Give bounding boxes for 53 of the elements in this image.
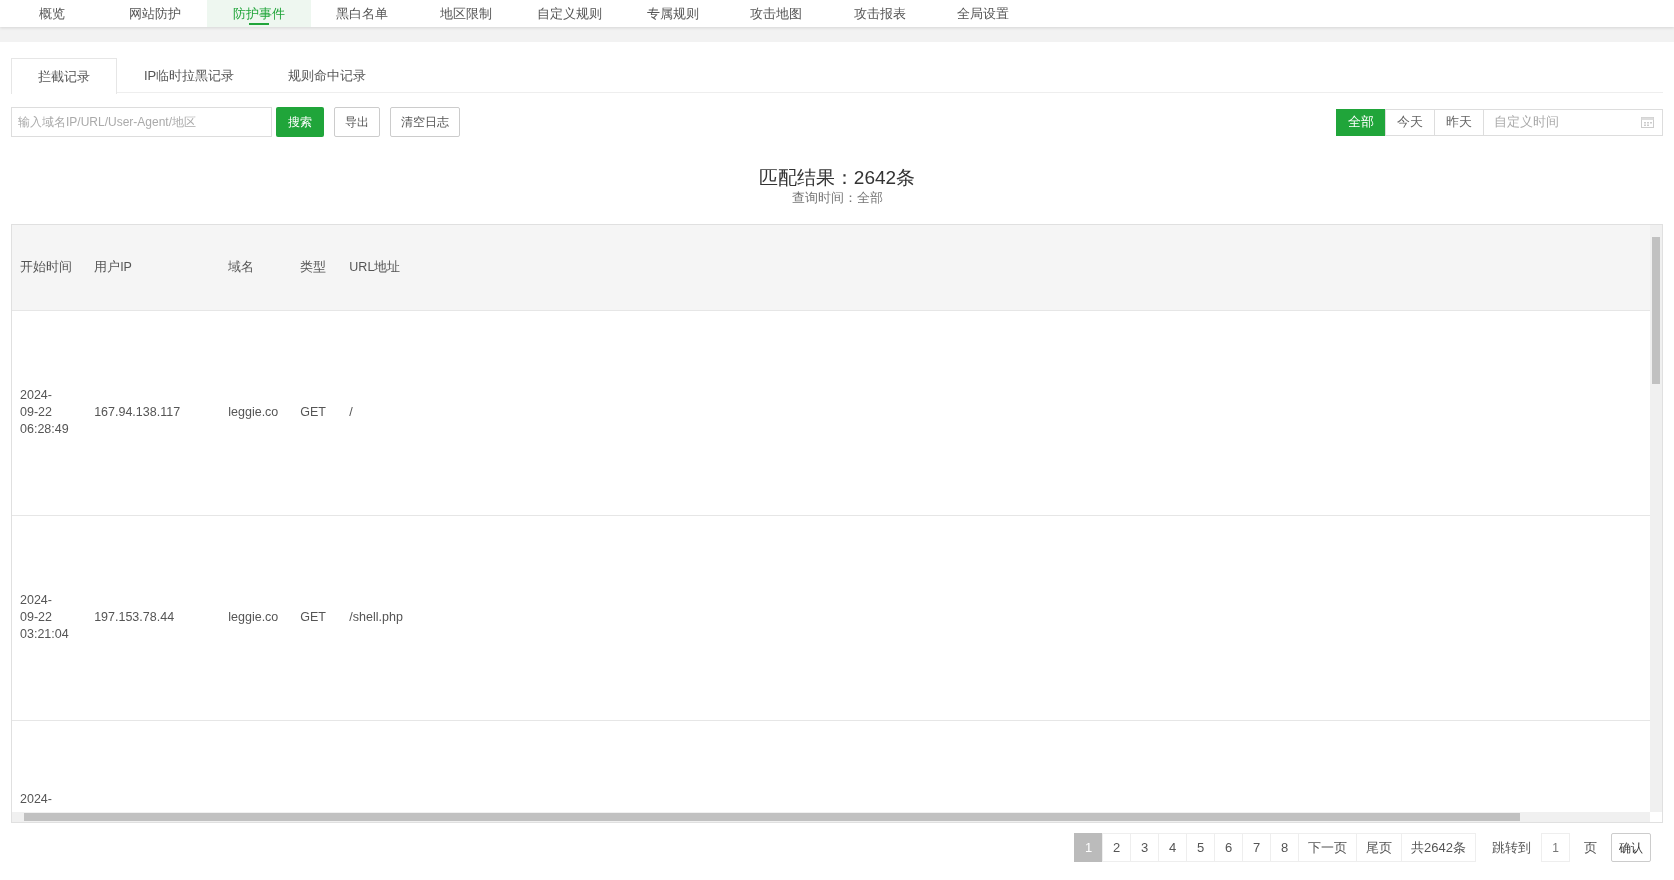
column-header: URL地址 [341,225,1650,310]
tab[interactable]: IP临时拉黑记录 [117,58,262,93]
page-unit-label: 页 [1584,838,1597,857]
confirm-button[interactable]: 确认 [1611,833,1651,862]
clear-log-button[interactable]: 清空日志 [390,107,460,137]
table-cell: 2024- [20,791,52,806]
calendar-icon [1641,116,1654,128]
date-filter-option[interactable]: 昨天 [1434,108,1483,136]
table-cell: 2024-09-22 06:28:49 [20,387,70,438]
next-page-button[interactable]: 下一页 [1298,833,1358,862]
column-header: 类型 [292,225,342,310]
export-button[interactable]: 导出 [334,107,380,137]
page-number-field[interactable]: 1 [1541,833,1570,862]
nav-tab[interactable]: 全局设置 [931,0,1035,27]
page-button[interactable]: 6 [1214,833,1244,862]
page-button[interactable]: 3 [1130,833,1160,862]
last-page-button[interactable]: 尾页 [1356,833,1403,862]
table-cell: 197.153.78.44 [94,610,175,624]
table-cell: GET [300,405,326,419]
table-cell: leggie.co [228,405,279,419]
nav-tab[interactable]: 概览 [0,0,104,27]
page-button[interactable]: 4 [1158,833,1188,862]
page-button[interactable]: 8 [1270,833,1300,862]
column-header: 开始时间 [12,225,87,310]
search-field[interactable]: 输入域名IP/URL/User-Agent/地区 [11,107,272,137]
jump-label: 跳转到 [1492,838,1531,857]
nav-tab[interactable]: 自定义规则 [517,0,621,27]
horizontal-scrollbar[interactable] [12,812,1650,822]
tab[interactable]: 拦截记录 [11,58,117,94]
table-cell: leggie.co [228,610,279,624]
result-count: 匹配结果：2642条 [757,167,917,189]
nav-tab[interactable]: 攻击地图 [724,0,828,27]
tab[interactable]: 规则命中记录 [261,58,394,93]
table-cell: /shell.php [349,610,403,624]
page-button[interactable]: 2 [1102,833,1132,862]
query-time-label: 查询时间：全部 [790,190,884,207]
table-cell: / [349,405,353,419]
nav-tab[interactable]: 攻击报表 [828,0,932,27]
vertical-scrollbar[interactable] [1650,225,1662,812]
nav-tab[interactable]: 黑白名单 [310,0,414,27]
total-count: 共2642条 [1401,833,1476,862]
column-header: 用户IP [86,225,221,310]
column-header: 域名 [220,225,293,310]
table-cell: 167.94.138.117 [94,405,181,419]
nav-tab[interactable]: 地区限制 [414,0,518,27]
nav-tab[interactable]: 专属规则 [621,0,725,27]
table-cell: 2024-09-22 03:21:04 [20,592,70,643]
table-cell: GET [300,610,326,624]
date-range-field[interactable]: 自定义时间 [1483,108,1663,136]
page-button[interactable]: 5 [1186,833,1216,862]
nav-tab[interactable]: 网站防护 [103,0,207,27]
page-button[interactable]: 7 [1242,833,1272,862]
date-filter-option[interactable]: 今天 [1385,108,1434,136]
